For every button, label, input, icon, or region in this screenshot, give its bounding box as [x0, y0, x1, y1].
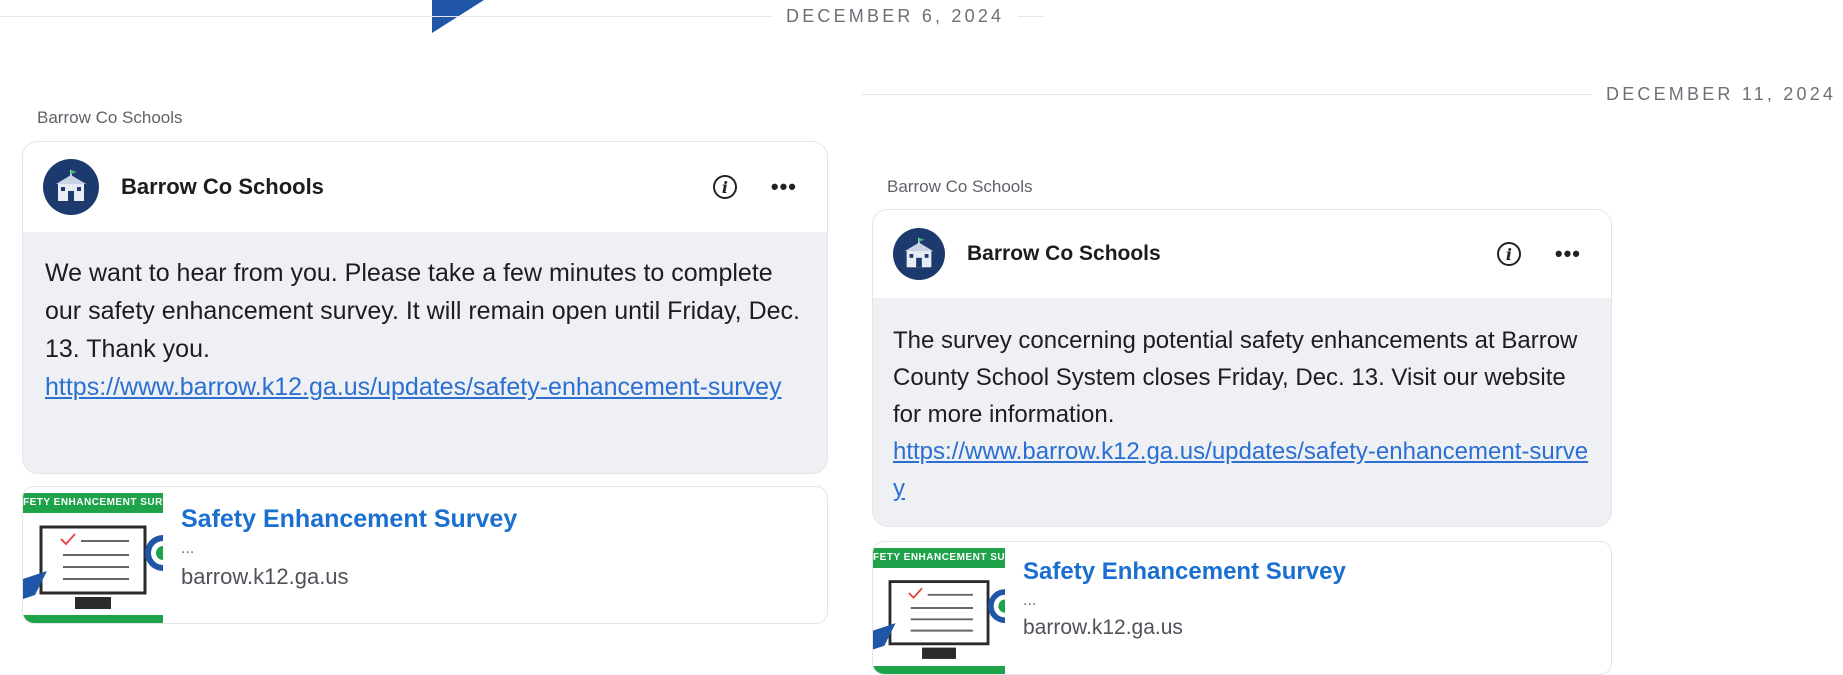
post-card: Barrow Co Schools i ••• The survey conce…	[872, 209, 1612, 527]
link-preview-card[interactable]: FETY ENHANCEMENT SURV Safety Enhancement…	[872, 541, 1612, 675]
preview-thumbnail: FETY ENHANCEMENT SURV	[873, 542, 1005, 674]
more-options-icon[interactable]: •••	[1555, 243, 1581, 265]
post-author-label: Barrow Co Schools	[887, 177, 1033, 196]
post-actions: i •••	[1496, 242, 1581, 266]
preview-title[interactable]: Safety Enhancement Survey	[1023, 558, 1346, 586]
link-preview-card[interactable]: FETY ENHANCEMENT SURV Safety Enhancement…	[22, 486, 828, 624]
school-building-icon[interactable]	[43, 159, 99, 215]
divider-line	[1018, 16, 1045, 17]
post-actions: i •••	[712, 175, 797, 199]
preview-domain: barrow.k12.ga.us	[181, 564, 349, 589]
author-name[interactable]: Barrow Co Schools	[967, 242, 1161, 266]
date-label: DECEMBER 11, 2024	[1606, 84, 1837, 104]
post-text: The survey concerning potential safety e…	[893, 327, 1578, 428]
divider-line	[862, 94, 1592, 95]
info-icon[interactable]: i	[1496, 242, 1521, 266]
thumbnail-footer-bar	[23, 615, 163, 623]
author-name[interactable]: Barrow Co Schools	[121, 174, 324, 200]
date-divider-left: DECEMBER 6, 2024	[0, 6, 1070, 27]
post-text: We want to hear from you. Please take a …	[45, 259, 800, 363]
more-options-icon[interactable]: •••	[771, 176, 797, 198]
school-building-icon[interactable]	[893, 228, 945, 280]
post-author-label: Barrow Co Schools	[37, 108, 183, 127]
preview-domain: barrow.k12.ga.us	[1023, 616, 1183, 639]
preview-description: ...	[1023, 592, 1037, 609]
feed-canvas: DECEMBER 6, 2024 DECEMBER 11, 2024 Barro…	[0, 0, 1843, 675]
thumbnail-footer-bar	[873, 666, 1005, 674]
preview-text-block: Safety Enhancement Survey ... barrow.k12…	[1005, 542, 1346, 674]
preview-description: ...	[181, 540, 195, 557]
preview-title[interactable]: Safety Enhancement Survey	[181, 505, 517, 534]
post-body: The survey concerning potential safety e…	[873, 298, 1611, 526]
date-label: DECEMBER 6, 2024	[786, 6, 1005, 26]
post-body: We want to hear from you. Please take a …	[23, 232, 827, 428]
date-divider-right: DECEMBER 11, 2024	[862, 84, 1843, 105]
divider-line	[0, 16, 772, 17]
post-header: Barrow Co Schools i •••	[23, 142, 827, 232]
survey-monitor-icon	[23, 525, 163, 609]
post-card: Barrow Co Schools i ••• We want to hear …	[22, 141, 828, 474]
post-header: Barrow Co Schools i •••	[873, 210, 1611, 298]
preview-text-block: Safety Enhancement Survey ... barrow.k12…	[163, 487, 517, 623]
survey-monitor-icon	[873, 580, 1005, 659]
info-icon[interactable]: i	[712, 175, 737, 199]
preview-thumbnail: FETY ENHANCEMENT SURV	[23, 487, 163, 623]
post-link[interactable]: https://www.barrow.k12.ga.us/updates/saf…	[45, 373, 782, 401]
post-link[interactable]: https://www.barrow.k12.ga.us/updates/saf…	[893, 438, 1588, 502]
